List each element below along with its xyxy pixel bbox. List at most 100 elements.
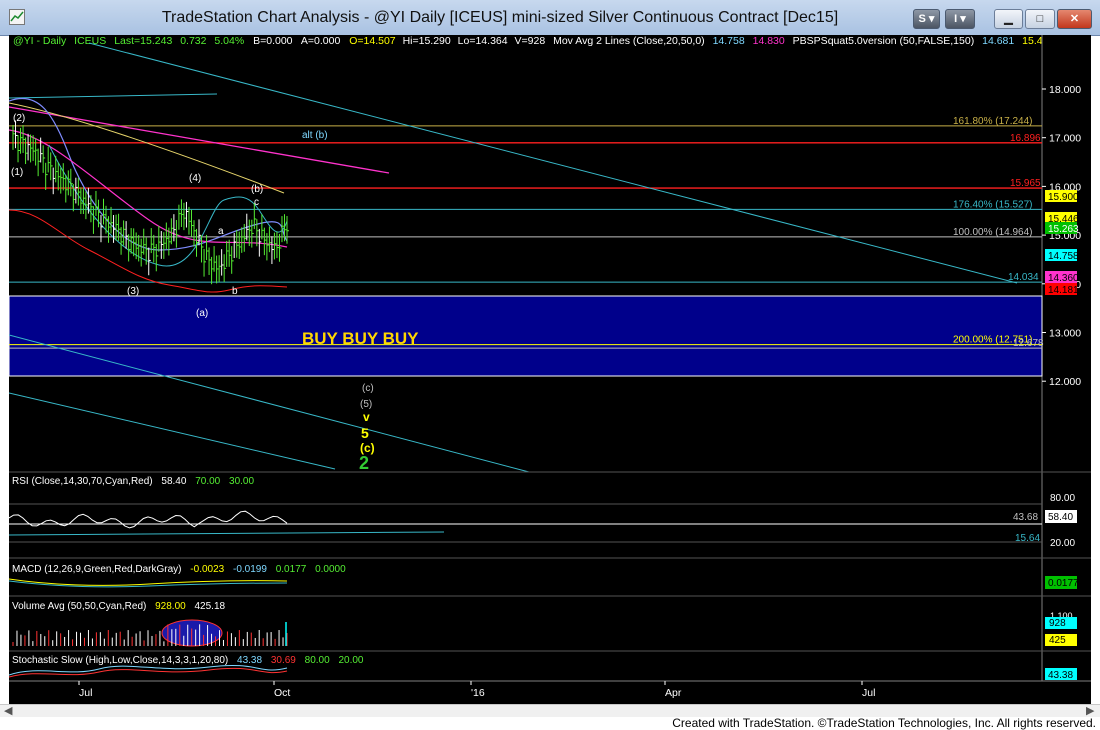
i-button-label: I — [954, 13, 958, 25]
macd-value: -0.0023 — [190, 564, 224, 575]
chart-svg: @YI - Daily ICEUS Last=15.243 0.732 5.04… — [9, 35, 1091, 699]
level-label-0: 161.80% (17.244) — [953, 116, 1033, 127]
close-icon: ✕ — [1069, 13, 1080, 25]
stochastic-d: 30.69 — [271, 655, 296, 666]
lower-band-line — [9, 209, 288, 293]
wave-label-6: c — [254, 197, 259, 208]
minimize-button[interactable]: ▁ — [994, 9, 1023, 29]
header-exchange: ICEUS — [74, 35, 106, 47]
footer-copyright: Created with TradeStation. ©TradeStation… — [672, 716, 1096, 730]
wave-label-10: (c) — [362, 383, 374, 394]
chart-header-legend: @YI - Daily ICEUS Last=15.243 0.732 5.04… — [13, 35, 1043, 47]
time-axis-label: Jul — [862, 687, 875, 699]
header-pbs2: 15.4 — [1022, 35, 1043, 47]
price-tag-label: 14.758 — [1048, 251, 1079, 262]
wave-label-2: (4) — [189, 173, 201, 184]
volume-tag-text: 928 — [1049, 618, 1066, 629]
s-button-label: S — [918, 13, 926, 25]
header-bid: B=0.000 — [253, 35, 293, 47]
time-axis-label: Jul — [79, 687, 92, 699]
price-tag-label: 15.900 — [1048, 192, 1079, 203]
volume-title: Volume Avg (50,50,Cyan,Red) — [12, 601, 146, 612]
buy-zone-box — [9, 295, 1043, 377]
buy-zone-label: BUY BUY BUY — [302, 329, 419, 348]
time-axis[interactable]: Jul Oct '16 Apr Jul — [78, 681, 875, 699]
stochastic-upper: 80.00 — [305, 655, 330, 666]
macd-diff: 0.0177 — [276, 564, 307, 575]
rsi-level-1: 43.68 — [1013, 512, 1038, 523]
header-pbs-label: PBSPSquat5.0version (50,FALSE,150) — [793, 35, 975, 47]
maximize-icon: □ — [1036, 13, 1044, 25]
stochastic-d-line — [9, 667, 288, 678]
price-tag-label: 14.181 — [1048, 285, 1079, 296]
stochastic-legend: Stochastic Slow (High,Low,Close,14,3,3,1… — [12, 655, 364, 666]
rsi-upper: 70.00 — [195, 476, 220, 487]
maximize-button[interactable]: □ — [1025, 9, 1055, 29]
header-pbs1: 14.681 — [982, 35, 1014, 47]
wave-label-15: 2 — [359, 453, 369, 473]
time-axis-label: Apr — [665, 687, 682, 699]
header-symbol: @YI - Daily — [13, 35, 67, 47]
price-axis-label: 12.000 — [1049, 376, 1081, 388]
wave-label-0: (2) — [13, 113, 25, 124]
rsi-title: RSI (Close,14,30,70,Cyan,Red) — [12, 476, 153, 487]
level-label-5: 14.034 — [1008, 272, 1039, 283]
rsi-legend: RSI (Close,14,30,70,Cyan,Red) 58.40 70.0… — [12, 476, 254, 487]
rsi-value: 58.40 — [161, 476, 186, 487]
stochastic-lower: 20.00 — [338, 655, 363, 666]
minimize-icon: ▁ — [1004, 13, 1013, 25]
wave-label-11: (5) — [360, 399, 372, 410]
level-label-4: 100.00% (14.964) — [953, 227, 1033, 238]
header-ma2: 14.830 — [753, 35, 785, 47]
price-bars — [12, 120, 289, 285]
wave-label-13: 5 — [361, 425, 369, 441]
level-label-3: 176.40% (15.527) — [953, 199, 1033, 210]
alt-b-label: alt (b) — [302, 130, 328, 141]
volume-avg-tag-text: 425 — [1049, 635, 1066, 646]
macd-avg: -0.0199 — [233, 564, 267, 575]
macd-zero: 0.0000 — [315, 564, 346, 575]
stochastic-title: Stochastic Slow (High,Low,Close,14,3,3,1… — [12, 655, 228, 666]
window-titlebar: TradeStation Chart Analysis - @YI Daily … — [0, 0, 1100, 36]
wave-label-4: (a) — [196, 308, 208, 319]
rsi-trendline — [9, 531, 445, 536]
macd-line — [9, 578, 288, 586]
volume-bars — [12, 622, 288, 646]
rsi-axis-20: 20.00 — [1050, 538, 1075, 549]
rsi-level-2: 15.64 — [1015, 533, 1040, 544]
wave-label-5: (b) — [251, 184, 263, 195]
price-axis-label: 17.000 — [1049, 133, 1081, 145]
wave-labels: (2)(1)(4)(3)(a)(b)cab(c)(5)v5(c)2 — [11, 113, 375, 473]
header-pct: 5.04% — [214, 35, 244, 47]
level-label-1: 16.896 — [1010, 133, 1041, 144]
chart-area[interactable]: @YI - Daily ICEUS Last=15.243 0.732 5.04… — [9, 35, 1091, 704]
volume-avg: 425.18 — [195, 601, 226, 612]
stochastic-tag-text: 43.38 — [1048, 670, 1073, 681]
level-label-7: 12.678 — [1013, 338, 1044, 349]
scroll-left-icon[interactable]: ◀ — [4, 704, 12, 717]
volume-legend: Volume Avg (50,50,Cyan,Red) 928.00 425.1… — [12, 601, 226, 612]
window-title: TradeStation Chart Analysis - @YI Daily … — [161, 9, 839, 26]
header-ask: A=0.000 — [301, 35, 341, 47]
rsi-lower: 30.00 — [229, 476, 254, 487]
header-high: Hi=15.290 — [403, 35, 451, 47]
descending-trendline-upper — [88, 42, 1018, 284]
s-menu-button[interactable]: S ▾ — [913, 9, 940, 29]
short-horizontal-line — [9, 93, 218, 99]
time-axis-label: '16 — [471, 687, 485, 699]
macd-title: MACD (12,26,9,Green,Red,DarkGray) — [12, 564, 182, 575]
header-last: Last=15.243 — [114, 35, 172, 47]
price-tags: 15.90015.44615.26314.75814.36014.181 — [1045, 190, 1079, 296]
price-tag-label: 15.263 — [1048, 224, 1079, 235]
header-low: Lo=14.364 — [458, 35, 508, 47]
price-axis[interactable]: 18.00017.00016.00015.00014.00013.00012.0… — [1042, 84, 1081, 388]
wave-label-12: v — [363, 410, 370, 424]
rsi-line — [9, 510, 288, 529]
rsi-axis-80: 80.00 — [1050, 493, 1075, 504]
i-menu-button[interactable]: I ▾ — [945, 9, 975, 29]
close-button[interactable]: ✕ — [1057, 9, 1092, 29]
header-volume: V=928 — [515, 35, 546, 47]
level-label-2: 15.965 — [1010, 178, 1041, 189]
macd-legend: MACD (12,26,9,Green,Red,DarkGray) -0.002… — [12, 564, 346, 575]
header-change: 0.732 — [180, 35, 206, 47]
